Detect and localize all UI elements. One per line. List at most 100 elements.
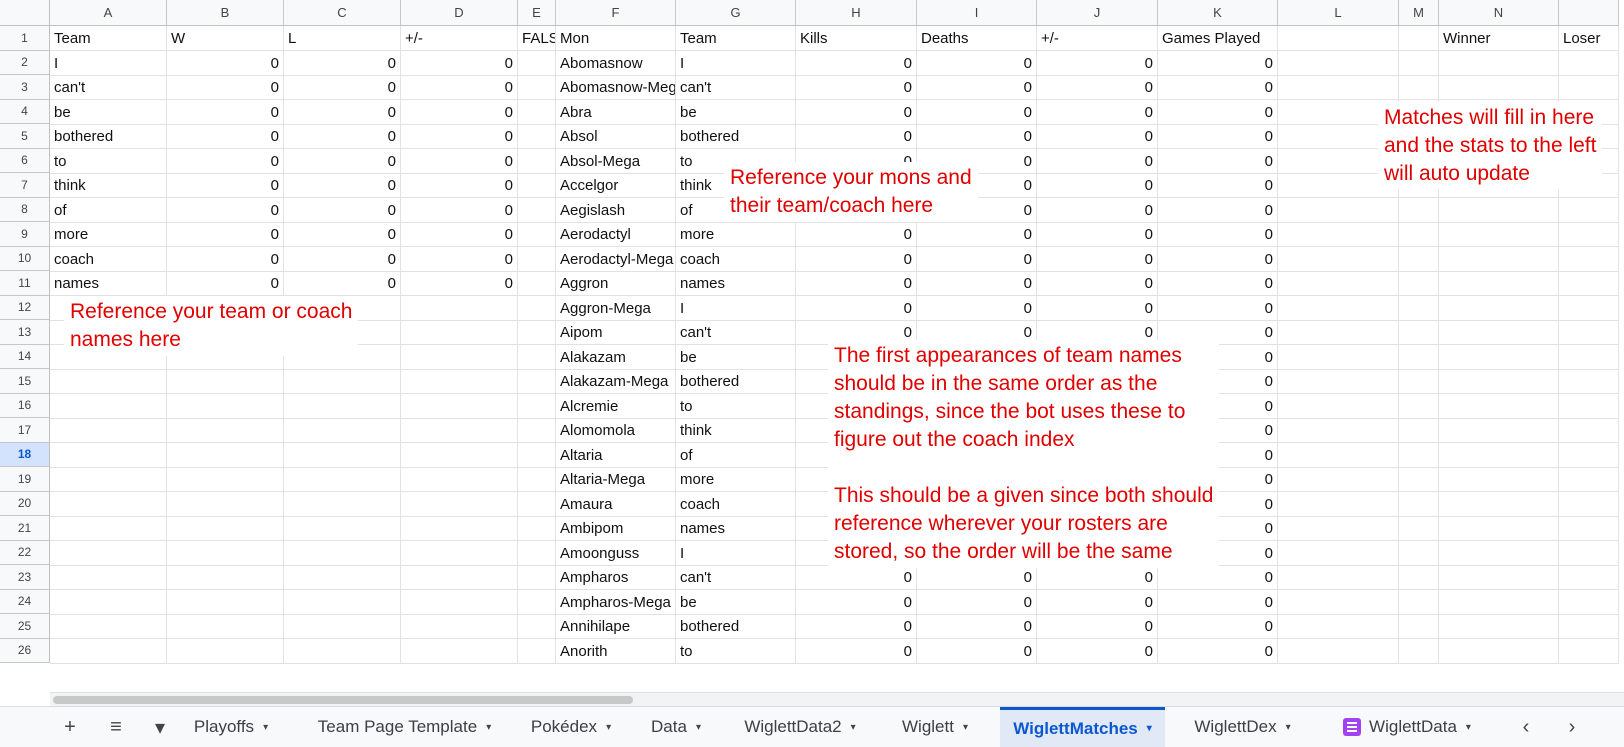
sheet-tab[interactable]: Data ▾	[636, 707, 716, 747]
table-cell[interactable]: 0	[1037, 614, 1158, 639]
table-cell[interactable]	[518, 442, 556, 468]
table-cell[interactable]: 0	[796, 124, 917, 149]
row-header[interactable]: 21	[0, 516, 50, 541]
table-cell[interactable]	[401, 614, 518, 639]
table-cell[interactable]	[50, 418, 167, 443]
table-cell[interactable]	[401, 516, 518, 541]
table-cell[interactable]	[1439, 467, 1559, 492]
table-cell[interactable]: Alcremie	[556, 393, 676, 419]
table-cell[interactable]	[401, 320, 518, 345]
table-cell[interactable]: be	[676, 99, 796, 125]
table-cell[interactable]: 0	[167, 148, 284, 174]
add-sheet-icon[interactable]: +	[52, 707, 88, 747]
table-cell[interactable]	[1399, 614, 1439, 639]
table-cell[interactable]: to	[676, 638, 796, 664]
table-cell[interactable]	[1278, 344, 1399, 370]
table-cell[interactable]	[167, 393, 284, 419]
table-cell[interactable]: more	[50, 222, 167, 247]
table-cell[interactable]: can't	[676, 565, 796, 590]
table-cell[interactable]	[1439, 418, 1559, 443]
header-cell[interactable]: Deaths	[917, 26, 1037, 51]
column-header-b[interactable]: B	[167, 0, 284, 26]
table-cell[interactable]	[50, 614, 167, 639]
table-cell[interactable]	[401, 589, 518, 615]
table-cell[interactable]: 0	[401, 246, 518, 272]
table-cell[interactable]: 0	[917, 589, 1037, 615]
table-cell[interactable]	[284, 638, 401, 664]
table-cell[interactable]: Anorith	[556, 638, 676, 664]
table-cell[interactable]: more	[676, 222, 796, 247]
table-cell[interactable]	[518, 124, 556, 149]
table-cell[interactable]: 0	[917, 222, 1037, 247]
table-cell[interactable]	[1439, 589, 1559, 615]
table-cell[interactable]: 0	[167, 197, 284, 223]
table-cell[interactable]	[1439, 565, 1559, 590]
table-cell[interactable]: Absol	[556, 124, 676, 149]
table-cell[interactable]: 0	[284, 75, 401, 100]
horizontal-scrollbar[interactable]	[50, 692, 1624, 707]
table-cell[interactable]: 0	[796, 99, 917, 125]
table-cell[interactable]: 0	[917, 99, 1037, 125]
table-cell[interactable]: Altaria-Mega	[556, 467, 676, 492]
row-header[interactable]: 18	[0, 442, 50, 467]
table-cell[interactable]: 0	[284, 271, 401, 296]
header-cell[interactable]: Winner	[1439, 26, 1559, 51]
row-header[interactable]: 12	[0, 295, 50, 320]
table-cell[interactable]: 0	[1037, 246, 1158, 272]
table-cell[interactable]	[1399, 197, 1439, 223]
sheet-tab[interactable]: WiglettMatches ▾	[1000, 707, 1165, 747]
table-cell[interactable]	[1559, 638, 1619, 664]
table-cell[interactable]: 0	[1037, 589, 1158, 615]
column-header-j[interactable]: J	[1037, 0, 1158, 26]
table-cell[interactable]	[1399, 638, 1439, 664]
table-cell[interactable]	[50, 565, 167, 590]
row-header[interactable]: 25	[0, 614, 50, 639]
tab-menu-chevron-icon[interactable]: ▾	[606, 722, 611, 733]
table-cell[interactable]: 0	[1158, 197, 1278, 223]
table-cell[interactable]	[1559, 393, 1619, 419]
table-cell[interactable]: 0	[917, 295, 1037, 321]
table-cell[interactable]	[1278, 418, 1399, 443]
table-cell[interactable]	[167, 614, 284, 639]
table-cell[interactable]	[401, 540, 518, 566]
tab-menu-chevron-icon[interactable]: ▾	[263, 722, 268, 733]
table-cell[interactable]	[167, 369, 284, 394]
table-cell[interactable]: Aipom	[556, 320, 676, 345]
table-cell[interactable]: can't	[50, 75, 167, 100]
table-cell[interactable]: 0	[284, 246, 401, 272]
row-header[interactable]: 5	[0, 124, 50, 149]
sheet-list-dropdown-icon[interactable]: ▾	[146, 707, 174, 747]
table-cell[interactable]: 0	[167, 124, 284, 149]
table-cell[interactable]	[50, 393, 167, 419]
row-header[interactable]: 24	[0, 589, 50, 614]
row-header[interactable]: 20	[0, 491, 50, 516]
table-cell[interactable]	[50, 638, 167, 664]
table-cell[interactable]	[1278, 589, 1399, 615]
table-cell[interactable]: Abomasnow	[556, 50, 676, 76]
table-cell[interactable]	[518, 565, 556, 590]
table-cell[interactable]	[1439, 271, 1559, 296]
table-cell[interactable]	[1439, 540, 1559, 566]
table-cell[interactable]	[1559, 442, 1619, 468]
row-header[interactable]: 4	[0, 99, 50, 124]
table-cell[interactable]: 0	[401, 124, 518, 149]
table-cell[interactable]	[518, 393, 556, 419]
table-cell[interactable]: 0	[1158, 148, 1278, 174]
table-cell[interactable]	[1559, 271, 1619, 296]
table-cell[interactable]	[1399, 491, 1439, 517]
header-cell[interactable]	[1399, 26, 1439, 51]
table-cell[interactable]: 0	[1037, 565, 1158, 590]
table-cell[interactable]: Aerodactyl-Mega	[556, 246, 676, 272]
table-cell[interactable]: 0	[1037, 173, 1158, 198]
table-cell[interactable]	[518, 344, 556, 370]
table-cell[interactable]	[167, 418, 284, 443]
table-cell[interactable]: 0	[401, 222, 518, 247]
table-cell[interactable]	[1559, 540, 1619, 566]
scroll-tabs-right-icon[interactable]: ›	[1552, 707, 1592, 747]
table-cell[interactable]: Aerodactyl	[556, 222, 676, 247]
table-cell[interactable]	[1278, 638, 1399, 664]
table-cell[interactable]: bothered	[676, 124, 796, 149]
row-header[interactable]: 1	[0, 26, 50, 51]
table-cell[interactable]	[401, 393, 518, 419]
table-cell[interactable]	[1278, 393, 1399, 419]
